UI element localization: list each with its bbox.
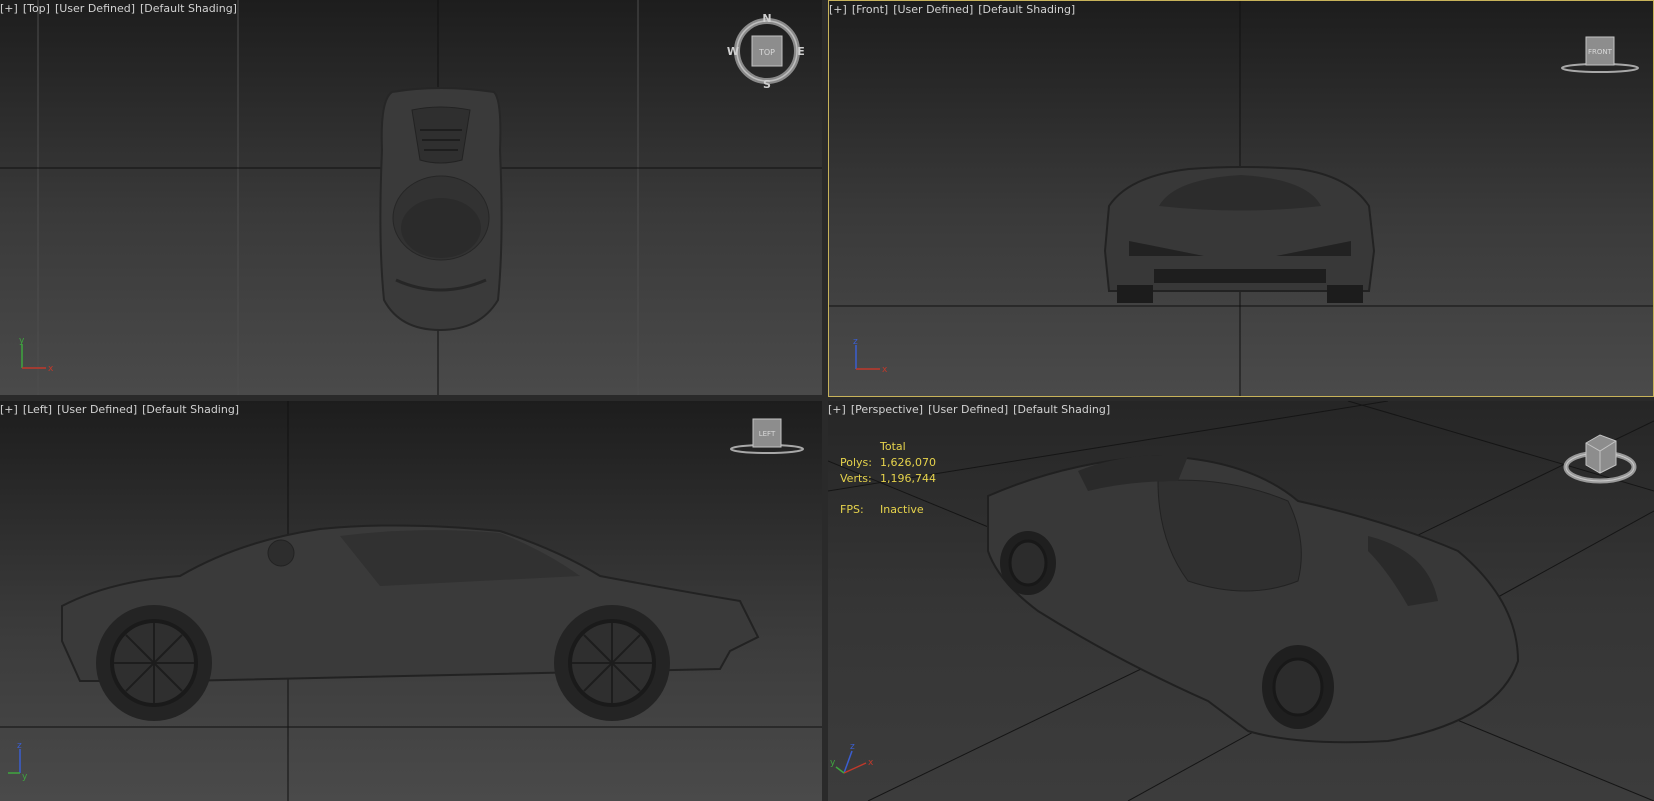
perspective-view-scene xyxy=(828,401,1654,801)
viewport-label-left: [+] [Left] [User Defined] [Default Shading] xyxy=(0,403,244,416)
viewport-shading-menu[interactable]: [Default Shading] xyxy=(1013,403,1110,416)
verts-label: Verts: xyxy=(840,472,872,485)
compass-n: N xyxy=(762,12,771,25)
car-top-view xyxy=(379,87,503,332)
top-view-scene xyxy=(0,0,822,395)
compass-s: S xyxy=(763,78,771,91)
stats-header: Total xyxy=(880,440,906,453)
viewport-standard-menu[interactable]: [User Defined] xyxy=(928,403,1008,416)
fps-label: FPS: xyxy=(840,503,864,516)
statistics-overlay: Total Polys: 1,626,070 Verts: 1,196,744 FP… xyxy=(840,439,936,518)
compass-w: W xyxy=(727,45,739,58)
verts-value: 1,196,744 xyxy=(880,472,936,485)
fps-value: Inactive xyxy=(880,503,924,516)
left-view-scene xyxy=(0,401,822,801)
viewport-point-of-view-menu[interactable]: [Left] xyxy=(23,403,52,416)
viewport-menu-plus[interactable]: [+] xyxy=(0,2,18,15)
viewcube-face-label: TOP xyxy=(758,48,775,57)
viewport-perspective[interactable]: [+] [Perspective] [User Defined] [Default S… xyxy=(828,401,1654,801)
viewport-label-top: [+] [Top] [User Defined] [Default Shading] xyxy=(0,2,242,15)
viewport-menu-plus[interactable]: [+] xyxy=(0,403,18,416)
viewcube-perspective-icon xyxy=(1585,434,1617,474)
car-perspective-view xyxy=(987,454,1520,744)
viewport-standard-menu[interactable]: [User Defined] xyxy=(57,403,137,416)
viewport-top[interactable]: [+] [Top] [User Defined] [Default Shading] … xyxy=(0,0,822,395)
viewport-menu-plus[interactable]: [+] xyxy=(829,3,847,16)
viewport-standard-menu[interactable]: [User Defined] xyxy=(55,2,135,15)
viewport-label-front: [+] [Front] [User Defined] [Default Shading… xyxy=(829,3,1080,16)
viewport-left[interactable]: [+] [Left] [User Defined] [Default Shading]… xyxy=(0,401,822,801)
compass-e: E xyxy=(797,45,805,58)
car-side-view xyxy=(61,524,760,721)
front-view-scene xyxy=(829,1,1653,396)
viewport-shading-menu[interactable]: [Default Shading] xyxy=(142,403,239,416)
viewcube-face-label: LEFT xyxy=(759,430,776,438)
car-front-view xyxy=(1103,166,1376,303)
viewport-point-of-view-menu[interactable]: [Perspective] xyxy=(851,403,923,416)
polys-value: 1,626,070 xyxy=(880,456,936,469)
viewport-point-of-view-menu[interactable]: [Front] xyxy=(852,3,888,16)
viewport-front[interactable]: [+] [Front] [User Defined] [Default Shading… xyxy=(828,0,1654,397)
viewport-shading-menu[interactable]: [Default Shading] xyxy=(140,2,237,15)
polys-label: Polys: xyxy=(840,456,872,469)
viewcube-face-label: FRONT xyxy=(1588,48,1613,56)
viewport-standard-menu[interactable]: [User Defined] xyxy=(893,3,973,16)
viewport-menu-plus[interactable]: [+] xyxy=(828,403,846,416)
viewport-shading-menu[interactable]: [Default Shading] xyxy=(978,3,1075,16)
viewport-label-perspective: [+] [Perspective] [User Defined] [Default S… xyxy=(828,403,1115,416)
viewport-point-of-view-menu[interactable]: [Top] xyxy=(23,2,50,15)
